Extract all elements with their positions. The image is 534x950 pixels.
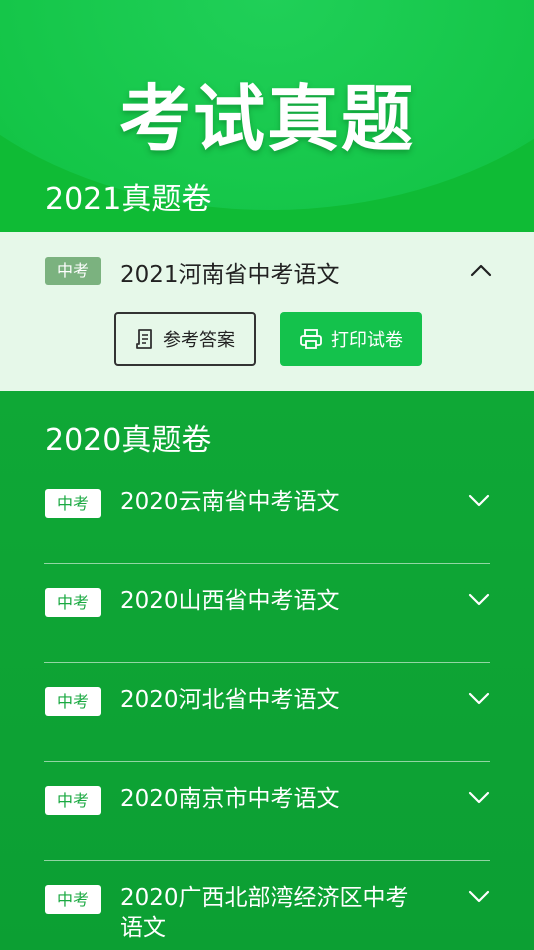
exam-item-name[interactable]: 2020广西北部湾经济区中考语文 [120,883,420,943]
level-tag: 中考 [45,786,101,815]
chevron-down-icon[interactable] [468,889,490,905]
level-tag: 中考 [45,885,101,914]
exam-item[interactable]: 中考 2020河北省中考语文 [44,663,490,762]
exam-item-name[interactable]: 2020南京市中考语文 [120,784,420,814]
printer-icon [300,329,322,349]
section-title-2021: 2021真题卷 [45,182,212,217]
level-tag: 中考 [45,687,101,716]
print-button-label: 打印试卷 [331,330,403,351]
document-icon [136,329,152,349]
level-tag: 中考 [45,257,101,285]
level-tag: 中考 [45,489,101,518]
section-2020: 2020真题卷 中考 2020云南省中考语文 中考 2020山西省中考语文 中考… [0,391,534,950]
exam-item-name[interactable]: 2020山西省中考语文 [120,586,420,616]
exam-item[interactable]: 中考 2020山西省中考语文 [44,564,490,663]
hero-banner: 考试真题 2021真题卷 [0,0,534,232]
chevron-down-icon[interactable] [468,790,490,806]
print-button[interactable]: 打印试卷 [280,312,422,366]
exam-item-expanded[interactable]: 中考 2021河南省中考语文 参考答案 打印试卷 [0,232,534,391]
exam-item[interactable]: 中考 2020南京市中考语文 [44,762,490,861]
chevron-down-icon[interactable] [468,493,490,509]
chevron-down-icon[interactable] [468,691,490,707]
exam-item-name[interactable]: 2020云南省中考语文 [120,487,420,517]
exam-item[interactable]: 中考 2020云南省中考语文 [44,465,490,564]
level-tag: 中考 [45,588,101,617]
section-title-2020: 2020真题卷 [45,423,212,458]
exam-item-name[interactable]: 2020河北省中考语文 [120,685,420,715]
page-title: 考试真题 [118,77,415,161]
answer-button-label: 参考答案 [163,330,235,351]
exam-item[interactable]: 中考 2020广西北部湾经济区中考语文 [44,861,490,950]
exam-item-name[interactable]: 2021河南省中考语文 [120,255,340,289]
chevron-down-icon[interactable] [468,592,490,608]
answer-button[interactable]: 参考答案 [114,312,256,366]
chevron-up-icon[interactable] [470,262,492,278]
